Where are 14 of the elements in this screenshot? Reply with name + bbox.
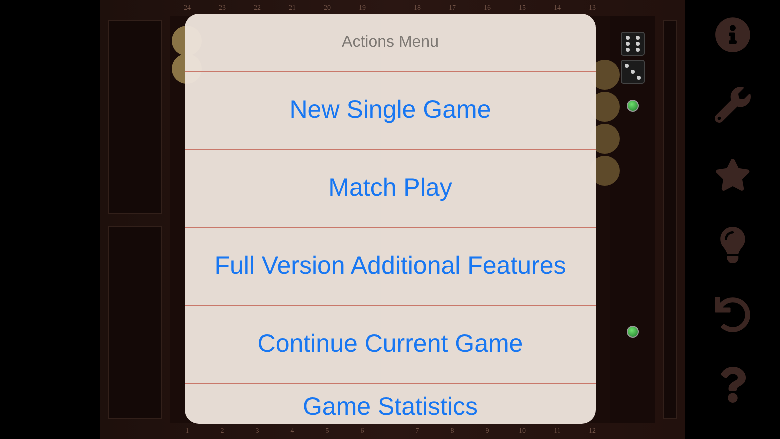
menu-item[interactable]: Match Play: [185, 150, 596, 228]
menu-item[interactable]: New Single Game: [185, 72, 596, 150]
status-light: [626, 326, 639, 338]
die-icon: [620, 60, 645, 84]
star-icon[interactable]: [714, 156, 752, 194]
status-light: [626, 100, 639, 112]
die-icon: [620, 32, 645, 56]
menu-title: Actions Menu: [185, 14, 596, 72]
wrench-icon[interactable]: [714, 86, 752, 124]
info-icon[interactable]: [714, 16, 752, 54]
menu-item[interactable]: Continue Current Game: [185, 306, 596, 384]
menu-item[interactable]: Full Version Additional Features: [185, 228, 596, 306]
undo-icon[interactable]: [714, 296, 752, 334]
menu-item[interactable]: Game Statistics: [185, 384, 596, 424]
